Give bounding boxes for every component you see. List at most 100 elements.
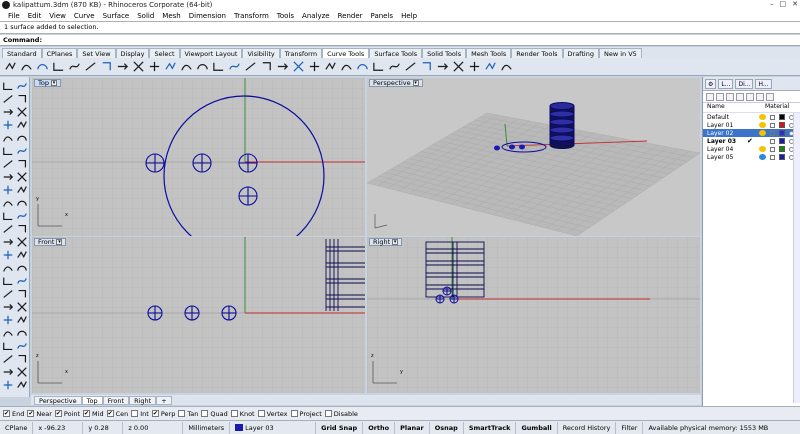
tab-surface-tools[interactable]: Surface Tools bbox=[369, 48, 423, 58]
checkbox[interactable]: ✔ bbox=[27, 410, 35, 417]
osnap-mid[interactable]: ✔ Mid bbox=[83, 410, 104, 418]
tab-visibility[interactable]: Visibility bbox=[242, 48, 280, 58]
hatch-icon[interactable] bbox=[16, 262, 28, 274]
osnap-vertex[interactable]: Vertex bbox=[257, 410, 288, 418]
layer-color-swatch[interactable] bbox=[779, 146, 785, 152]
arc-icon[interactable] bbox=[16, 106, 28, 118]
properties-icon[interactable] bbox=[16, 301, 28, 313]
menu-surface[interactable]: Surface bbox=[99, 12, 134, 20]
snap-icon[interactable] bbox=[16, 327, 28, 339]
gumball-toggle[interactable]: Gumball bbox=[516, 421, 558, 434]
dimension-icon[interactable] bbox=[483, 60, 497, 74]
tab-standard[interactable]: Standard bbox=[2, 48, 42, 58]
lock-icon[interactable] bbox=[2, 314, 14, 326]
layer-row[interactable]: Layer 02 bbox=[703, 129, 800, 137]
viewport-tab-top[interactable]: Top bbox=[81, 395, 103, 405]
visibility-bulb-icon[interactable] bbox=[759, 154, 766, 160]
planar-toggle[interactable]: Planar bbox=[395, 421, 430, 434]
tab-drafting[interactable]: Drafting bbox=[562, 48, 599, 58]
tab-display[interactable]: Display bbox=[115, 48, 150, 58]
layer-color-swatch[interactable] bbox=[779, 138, 785, 144]
tab-layers[interactable]: L... bbox=[718, 78, 734, 89]
layer-row[interactable]: Layer 03 ✔ bbox=[703, 137, 800, 145]
viewport-title-top[interactable]: Top ▾ bbox=[34, 79, 61, 87]
surface-icon[interactable] bbox=[16, 132, 28, 144]
visibility-bulb-icon[interactable] bbox=[759, 146, 766, 152]
lock-icon[interactable] bbox=[770, 154, 775, 160]
rotate-icon[interactable] bbox=[2, 197, 14, 209]
project-icon[interactable] bbox=[291, 60, 305, 74]
menu-help[interactable]: Help bbox=[397, 12, 421, 20]
command-input[interactable] bbox=[45, 35, 800, 45]
viewport-title-perspective[interactable]: Perspective ▾ bbox=[369, 79, 423, 87]
tab-curve-tools[interactable]: Curve Tools bbox=[322, 48, 370, 58]
osnap-near[interactable]: ✔ Near bbox=[27, 410, 52, 418]
move-up-icon[interactable] bbox=[736, 92, 744, 101]
hatch-icon[interactable] bbox=[467, 60, 481, 74]
light-icon[interactable] bbox=[2, 379, 14, 391]
viewport-tab-right[interactable]: Right bbox=[129, 395, 157, 405]
delete-layer-icon[interactable] bbox=[726, 92, 734, 101]
tab-viewport-layout[interactable]: Viewport Layout bbox=[179, 48, 243, 58]
analyze-icon[interactable] bbox=[2, 301, 14, 313]
tab-render-tools[interactable]: Render Tools bbox=[511, 48, 563, 58]
layer-color-swatch[interactable] bbox=[779, 154, 785, 160]
tab-select[interactable]: Select bbox=[149, 48, 180, 58]
hide-icon[interactable] bbox=[16, 314, 28, 326]
mesh-icon[interactable] bbox=[16, 171, 28, 183]
blend-icon[interactable] bbox=[67, 60, 81, 74]
circle-icon[interactable] bbox=[387, 60, 401, 74]
chevron-down-icon[interactable]: ▾ bbox=[392, 239, 399, 245]
history-icon[interactable] bbox=[16, 340, 28, 352]
viewport-right[interactable]: y z Right ▾ bbox=[367, 237, 700, 393]
scale-icon[interactable] bbox=[16, 197, 28, 209]
dimension-icon[interactable] bbox=[2, 262, 14, 274]
offset-icon[interactable] bbox=[16, 249, 28, 261]
curve-icon[interactable] bbox=[19, 60, 33, 74]
text-icon[interactable] bbox=[2, 132, 14, 144]
visibility-bulb-icon[interactable] bbox=[759, 122, 766, 128]
minimize-button[interactable]: – bbox=[770, 0, 774, 8]
menu-render[interactable]: Render bbox=[334, 12, 367, 20]
show-icon[interactable] bbox=[2, 327, 14, 339]
pull-icon[interactable] bbox=[307, 60, 321, 74]
layer-color-swatch[interactable] bbox=[779, 130, 785, 136]
grid-snap-toggle[interactable]: Grid Snap bbox=[316, 421, 364, 434]
layer-row[interactable]: Layer 01 bbox=[703, 121, 800, 129]
viewport-title-front[interactable]: Front ▾ bbox=[34, 238, 67, 246]
checkbox[interactable] bbox=[290, 410, 298, 417]
shade-icon[interactable] bbox=[16, 366, 28, 378]
match-icon[interactable] bbox=[259, 60, 273, 74]
checkbox[interactable] bbox=[230, 410, 238, 417]
gumball-icon[interactable] bbox=[2, 340, 14, 352]
arc-icon[interactable] bbox=[35, 60, 49, 74]
chevron-down-icon[interactable]: ▾ bbox=[56, 239, 63, 245]
split-icon[interactable] bbox=[147, 60, 161, 74]
polygon-icon[interactable] bbox=[419, 60, 433, 74]
menu-solid[interactable]: Solid bbox=[133, 12, 158, 20]
osnap-end[interactable]: ✔ End bbox=[3, 410, 24, 418]
symmetry-icon[interactable] bbox=[275, 60, 289, 74]
layer-color-swatch[interactable] bbox=[779, 122, 785, 128]
visibility-bulb-icon[interactable] bbox=[759, 114, 766, 120]
edit-points-icon[interactable] bbox=[339, 60, 353, 74]
checkbox[interactable] bbox=[178, 410, 186, 417]
extend-icon[interactable] bbox=[115, 60, 129, 74]
maximize-button[interactable]: □ bbox=[780, 0, 787, 8]
tab-help[interactable]: H... bbox=[755, 78, 772, 89]
menu-transform[interactable]: Transform bbox=[230, 12, 273, 20]
join-icon[interactable] bbox=[2, 236, 14, 248]
lock-icon[interactable] bbox=[770, 146, 775, 152]
tab-set-view[interactable]: Set View bbox=[77, 48, 116, 58]
sphere-icon[interactable] bbox=[2, 158, 14, 170]
menu-curve[interactable]: Curve bbox=[70, 12, 99, 20]
group-icon[interactable] bbox=[2, 288, 14, 300]
osnap-tan[interactable]: Tan bbox=[178, 410, 198, 418]
menu-view[interactable]: View bbox=[45, 12, 70, 20]
tab-transform[interactable]: Transform bbox=[279, 48, 323, 58]
tab-solid-tools[interactable]: Solid Tools bbox=[422, 48, 467, 58]
select-icon[interactable] bbox=[2, 80, 14, 92]
filter-toggle[interactable]: Filter bbox=[616, 421, 644, 434]
trim-icon[interactable] bbox=[131, 60, 145, 74]
circle-icon[interactable] bbox=[2, 106, 14, 118]
